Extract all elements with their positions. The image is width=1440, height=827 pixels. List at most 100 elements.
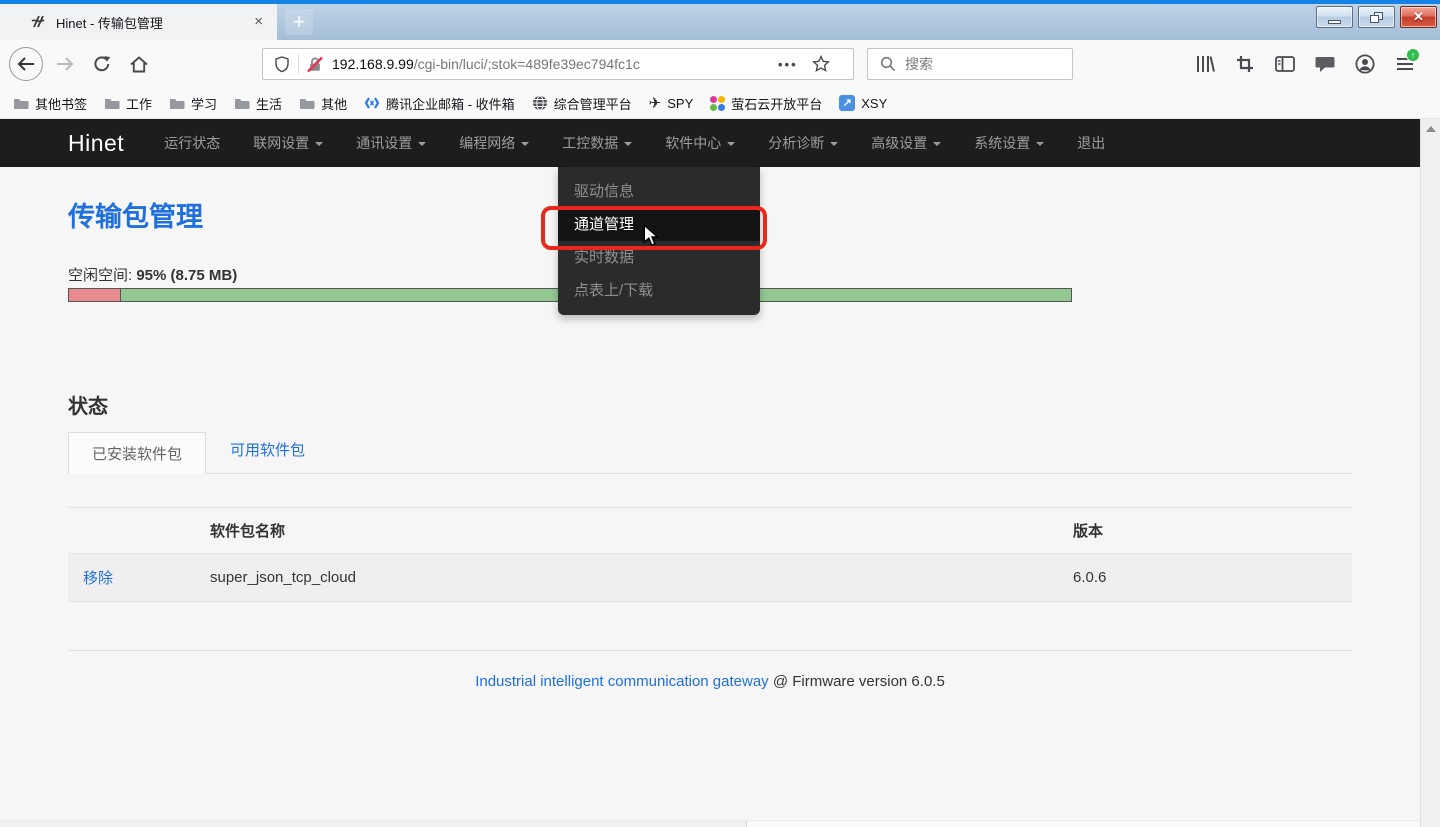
nav-label: 联网设置 <box>253 133 309 153</box>
tab-available-packages[interactable]: 可用软件包 <box>230 439 305 473</box>
back-button[interactable] <box>9 47 43 81</box>
tab-installed-packages[interactable]: 已安装软件包 <box>68 432 206 474</box>
bookmark-xsy[interactable]: ↗ XSY <box>839 95 887 111</box>
forward-icon <box>56 57 74 71</box>
folder-icon <box>234 97 250 110</box>
messages-button[interactable] <box>1312 47 1337 81</box>
menu-item-point-table[interactable]: 点表上/下载 <box>558 274 760 307</box>
row-package-name: super_json_tcp_cloud <box>210 569 1073 586</box>
menu-item-driver-info[interactable]: 驱动信息 <box>558 175 760 208</box>
nav-item-programming-network[interactable]: 编程网络 <box>459 133 529 153</box>
account-button[interactable] <box>1352 47 1377 81</box>
restore-button[interactable] <box>1358 6 1395 28</box>
tab-title: Hinet - 传输包管理 <box>56 13 254 32</box>
sidebar-button[interactable] <box>1272 47 1297 81</box>
footer-text: @ Firmware version 6.0.5 <box>769 673 945 690</box>
status-heading: 状态 <box>68 390 1352 419</box>
bookmark-label: 萤石云开放平台 <box>731 94 822 113</box>
nav-item-industrial-data[interactable]: 工控数据 <box>562 133 632 153</box>
bookmark-star-icon[interactable] <box>812 55 830 73</box>
library-button[interactable] <box>1192 47 1217 81</box>
free-space-value: 95% (8.75 MB) <box>136 267 237 284</box>
bookmark-folder-life[interactable]: 生活 <box>234 94 282 113</box>
bookmark-spy[interactable]: ✈ SPY <box>649 94 694 112</box>
speech-bubble-icon <box>1315 56 1335 73</box>
horizontal-scroll-thumb[interactable] <box>0 821 747 827</box>
menu-button[interactable]: ↑ <box>1392 47 1417 81</box>
bookmark-folder-misc[interactable]: 其他 <box>299 94 347 113</box>
row-action-cell: 移除 <box>68 567 210 588</box>
storage-used-segment <box>69 289 121 301</box>
reload-button[interactable] <box>87 47 117 81</box>
shield-icon <box>275 56 289 73</box>
nav-label: 通讯设置 <box>356 133 412 153</box>
scroll-up-arrow-icon[interactable] <box>1426 126 1436 132</box>
package-table: 软件包名称 版本 移除 super_json_tcp_cloud 6.0.6 <box>68 507 1352 602</box>
bookmark-exmail[interactable]: 腾讯企业邮箱 - 收件箱 <box>364 94 515 113</box>
bookmark-label: 生活 <box>256 94 282 113</box>
chevron-down-icon <box>727 142 735 146</box>
nav-buttons <box>9 47 154 81</box>
bookmark-folder-work[interactable]: 工作 <box>104 94 152 113</box>
remove-link[interactable]: 移除 <box>83 570 113 587</box>
page-footer: Industrial intelligent communication gat… <box>68 673 1352 690</box>
new-tab-button[interactable]: + <box>285 9 313 35</box>
page-actions-icon[interactable]: ••• <box>778 57 798 72</box>
plane-icon: ✈ <box>649 94 662 112</box>
footer-divider <box>68 650 1352 651</box>
mouse-cursor <box>643 224 660 248</box>
footer-link[interactable]: Industrial intelligent communication gat… <box>475 673 769 690</box>
nav-label: 软件中心 <box>665 133 721 153</box>
nav-item-software-center[interactable]: 软件中心 <box>665 133 735 153</box>
url-path: /cgi-bin/luci/;stok=489fe39ec794fc1c <box>414 56 640 72</box>
home-icon <box>130 56 148 73</box>
nav-label: 系统设置 <box>974 133 1030 153</box>
folder-icon <box>169 97 185 110</box>
home-button[interactable] <box>124 47 154 81</box>
forward-button[interactable] <box>50 47 80 81</box>
nav-item-comm-settings[interactable]: 通讯设置 <box>356 133 426 153</box>
brand-logo[interactable]: Hinet <box>68 130 124 157</box>
bookmark-management-platform[interactable]: 综合管理平台 <box>532 94 632 113</box>
vertical-scrollbar[interactable] <box>1420 119 1440 827</box>
browser-tab[interactable]: Hinet - 传输包管理 × <box>0 4 277 40</box>
header-version: 版本 <box>1073 520 1337 541</box>
close-button[interactable]: ✕ <box>1400 6 1437 28</box>
nav-item-advanced-settings[interactable]: 高级设置 <box>871 133 941 153</box>
chevron-down-icon <box>315 142 323 146</box>
exmail-icon <box>364 96 380 110</box>
nav-label: 运行状态 <box>164 133 220 153</box>
insecure-lock-icon <box>307 56 323 73</box>
folder-icon <box>13 97 29 110</box>
screenshot-button[interactable] <box>1232 47 1257 81</box>
search-input[interactable] <box>905 56 1055 72</box>
nav-item-network-settings[interactable]: 联网设置 <box>253 133 323 153</box>
screenshot-crop-icon <box>1236 55 1254 73</box>
minimize-button[interactable] <box>1316 6 1353 28</box>
bookmarks-bar: 其他书签 工作 学习 生活 其他 腾讯企业邮箱 - 收件箱 <box>0 88 1440 119</box>
search-bar[interactable] <box>867 48 1073 80</box>
url-bar[interactable]: 192.168.9.99/cgi-bin/luci/;stok=489fe39e… <box>262 48 854 80</box>
tab-close-icon[interactable]: × <box>254 14 263 30</box>
urlbar-separator <box>298 54 299 74</box>
nav-item-run-status[interactable]: 运行状态 <box>164 133 220 153</box>
package-tabs: 已安装软件包 可用软件包 <box>68 431 1352 474</box>
nav-item-diagnostics[interactable]: 分析诊断 <box>768 133 838 153</box>
bookmark-label: 工作 <box>126 94 152 113</box>
url-fade <box>685 50 741 78</box>
titlebar[interactable]: Hinet - 传输包管理 × + ✕ <box>0 4 1440 40</box>
search-icon <box>880 56 896 72</box>
bookmark-folder-study[interactable]: 学习 <box>169 94 217 113</box>
chevron-down-icon <box>521 142 529 146</box>
library-icon <box>1195 55 1215 73</box>
nav-label: 退出 <box>1077 133 1105 153</box>
bookmark-folder-other-bookmarks[interactable]: 其他书签 <box>13 94 87 113</box>
folder-icon <box>299 97 315 110</box>
bookmark-ezviz[interactable]: 萤石云开放平台 <box>710 94 822 113</box>
nav-item-system-settings[interactable]: 系统设置 <box>974 133 1044 153</box>
nav-label: 分析诊断 <box>768 133 824 153</box>
horizontal-scrollbar[interactable] <box>0 820 1420 827</box>
chevron-down-icon <box>1036 142 1044 146</box>
nav-item-logout[interactable]: 退出 <box>1077 133 1105 153</box>
minimize-icon <box>1328 20 1341 24</box>
